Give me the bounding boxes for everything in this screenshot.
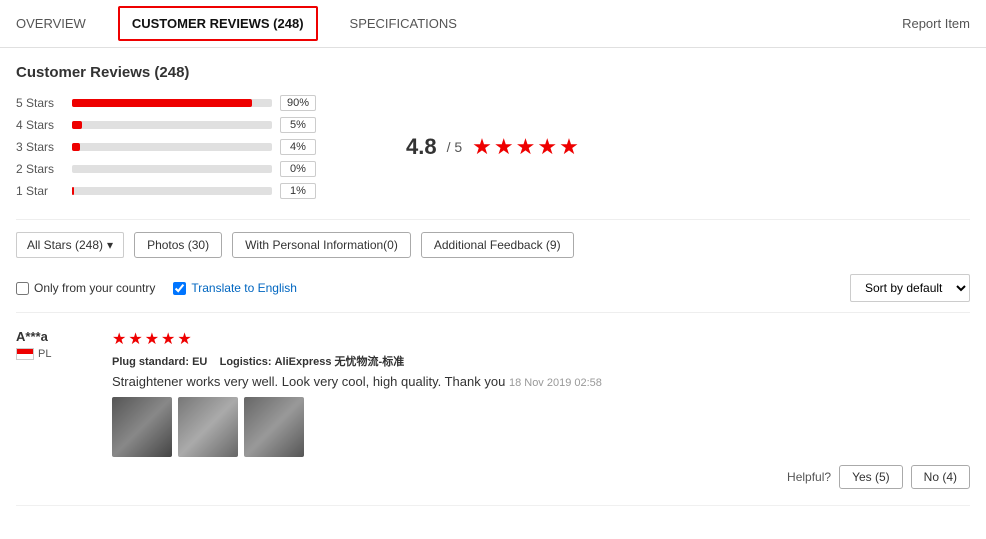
- reviewer-flag: PL: [16, 348, 51, 360]
- bar-track[interactable]: [72, 165, 272, 173]
- country-label[interactable]: Only from your country: [34, 281, 155, 295]
- bar-fill: [72, 187, 74, 195]
- reviews-list: A***a PL ★ ★ ★ ★ ★ Plug standard: EU: [16, 313, 970, 506]
- country-checkbox[interactable]: [16, 282, 29, 295]
- translate-checkbox[interactable]: [173, 282, 186, 295]
- dropdown-chevron-icon: ▾: [107, 238, 113, 252]
- review-star-1: ★: [112, 329, 126, 349]
- bar-label: 3 Stars: [16, 140, 64, 154]
- bar-pct: 4%: [280, 139, 316, 155]
- star-1: ★: [472, 134, 492, 160]
- bar-pct: 5%: [280, 117, 316, 133]
- overall-score: 4.8 / 5 ★ ★ ★ ★ ★: [376, 134, 609, 160]
- review-meta: Plug standard: EU Logistics: AliExpress …: [112, 353, 970, 369]
- bar-track[interactable]: [72, 143, 272, 151]
- checkbox-row: Only from your country Translate to Engl…: [16, 266, 970, 313]
- helpful-label: Helpful?: [787, 470, 831, 484]
- plug-standard-label: Plug standard:: [112, 356, 189, 368]
- translate-checkbox-item: Translate to English: [173, 281, 297, 295]
- bar-fill: [72, 99, 252, 107]
- bar-label: 1 Star: [16, 184, 64, 198]
- sort-select[interactable]: Sort by default Sort by date Sort by hel…: [850, 274, 970, 302]
- bar-row: 3 Stars 4%: [16, 139, 336, 155]
- review-image-2[interactable]: [178, 397, 238, 457]
- review-image-1[interactable]: [112, 397, 172, 457]
- plug-standard-value: EU: [192, 356, 207, 368]
- nav-specifications[interactable]: SPECIFICATIONS: [350, 2, 457, 45]
- review-image-3[interactable]: [244, 397, 304, 457]
- bar-pct: 90%: [280, 95, 316, 111]
- bar-track[interactable]: [72, 121, 272, 129]
- translate-label[interactable]: Translate to English: [191, 281, 297, 295]
- logistics-label: Logistics:: [220, 356, 272, 368]
- bar-label: 4 Stars: [16, 118, 64, 132]
- review-body: Straightener works very well. Look very …: [112, 374, 505, 389]
- star-3: ★: [516, 134, 536, 160]
- review-content: ★ ★ ★ ★ ★ Plug standard: EU Logistics: A…: [112, 329, 970, 489]
- reviewer-name: A***a: [16, 329, 48, 344]
- section-title: Customer Reviews (248): [16, 64, 970, 81]
- star-5: ★: [559, 134, 579, 160]
- country-checkbox-item: Only from your country: [16, 281, 155, 295]
- review-star-2: ★: [128, 329, 142, 349]
- bar-fill: [72, 143, 80, 151]
- bar-pct: 1%: [280, 183, 316, 199]
- star-2: ★: [494, 134, 514, 160]
- pl-flag-icon: [16, 348, 34, 360]
- all-stars-dropdown[interactable]: All Stars (248) ▾: [16, 232, 124, 258]
- photos-filter-btn[interactable]: Photos (30): [134, 232, 222, 258]
- star-4: ★: [537, 134, 557, 160]
- personal-info-filter-btn[interactable]: With Personal Information(0): [232, 232, 411, 258]
- bar-row: 5 Stars 90%: [16, 95, 336, 111]
- bar-row: 2 Stars 0%: [16, 161, 336, 177]
- reviewer-country: PL: [38, 348, 51, 360]
- logistics-value: AliExpress 无忧物流-标准: [275, 356, 405, 368]
- helpful-no-btn[interactable]: No (4): [911, 465, 970, 489]
- top-nav: OVERVIEW CUSTOMER REVIEWS (248) SPECIFIC…: [0, 0, 986, 48]
- review-date: 18 Nov 2019 02:58: [509, 377, 602, 389]
- reviewer-info: A***a PL: [16, 329, 96, 489]
- review-star-5: ★: [177, 329, 191, 349]
- bar-track[interactable]: [72, 187, 272, 195]
- review-stars: ★ ★ ★ ★ ★: [112, 329, 970, 349]
- score-number: 4.8: [406, 134, 437, 160]
- report-item-link[interactable]: Report Item: [902, 16, 970, 31]
- reviews-summary: 5 Stars 90% 4 Stars 5% 3 Stars 4% 2 Star…: [16, 95, 970, 199]
- overall-stars: ★ ★ ★ ★ ★: [472, 134, 579, 160]
- review-text: Straightener works very well. Look very …: [112, 374, 970, 389]
- review-images: [112, 397, 970, 457]
- bar-label: 2 Stars: [16, 162, 64, 176]
- review-star-4: ★: [161, 329, 175, 349]
- helpful-yes-btn[interactable]: Yes (5): [839, 465, 903, 489]
- rating-bars: 5 Stars 90% 4 Stars 5% 3 Stars 4% 2 Star…: [16, 95, 336, 199]
- bar-fill: [72, 121, 82, 129]
- nav-overview[interactable]: OVERVIEW: [16, 2, 86, 45]
- bar-row: 1 Star 1%: [16, 183, 336, 199]
- helpful-row: Helpful? Yes (5) No (4): [112, 457, 970, 489]
- filters-row: All Stars (248) ▾ Photos (30) With Perso…: [16, 219, 970, 266]
- review-star-3: ★: [145, 329, 159, 349]
- all-stars-label: All Stars (248): [27, 238, 103, 252]
- bar-row: 4 Stars 5%: [16, 117, 336, 133]
- additional-filter-btn[interactable]: Additional Feedback (9): [421, 232, 574, 258]
- sort-row: Sort by default Sort by date Sort by hel…: [850, 274, 970, 302]
- bar-label: 5 Stars: [16, 96, 64, 110]
- main-content: Customer Reviews (248) 5 Stars 90% 4 Sta…: [0, 48, 986, 506]
- bar-pct: 0%: [280, 161, 316, 177]
- bar-track[interactable]: [72, 99, 272, 107]
- nav-customer-reviews[interactable]: CUSTOMER REVIEWS (248): [118, 6, 318, 41]
- score-denom: / 5: [447, 139, 463, 155]
- review-item: A***a PL ★ ★ ★ ★ ★ Plug standard: EU: [16, 313, 970, 506]
